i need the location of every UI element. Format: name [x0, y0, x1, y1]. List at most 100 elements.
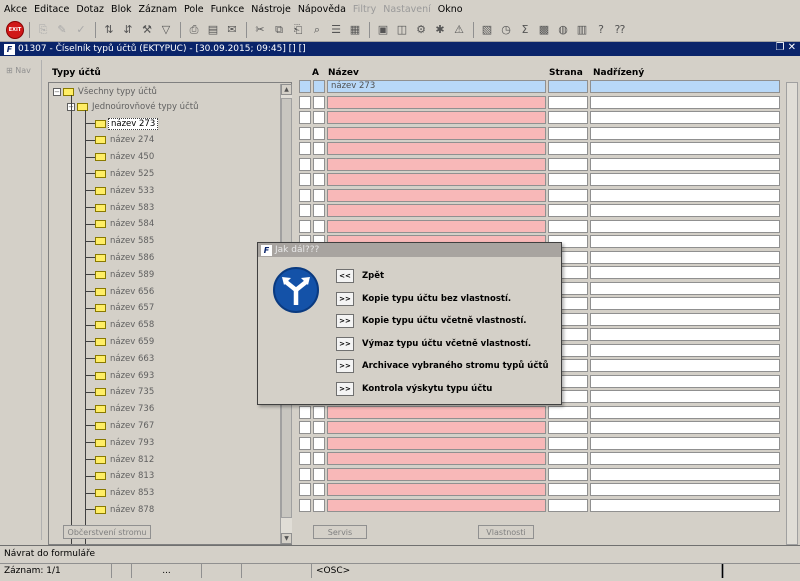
row-selector[interactable] — [299, 452, 311, 465]
nazev-cell[interactable] — [327, 421, 546, 434]
dialog-option-button[interactable]: >> — [336, 359, 354, 373]
vlastnosti-button[interactable]: Vlastnosti — [478, 525, 534, 539]
nazev-cell[interactable] — [327, 219, 546, 233]
menu-item[interactable]: Pole — [184, 4, 204, 15]
nadrizeny-cell[interactable] — [590, 142, 780, 155]
strana-cell[interactable] — [548, 173, 588, 186]
document-icon[interactable]: ▣ — [374, 21, 392, 39]
nadrizeny-cell[interactable] — [590, 188, 780, 202]
row-selector[interactable] — [299, 142, 311, 155]
nazev-cell[interactable] — [327, 157, 546, 171]
strana-cell[interactable] — [548, 142, 588, 155]
nazev-cell[interactable] — [327, 95, 546, 109]
nadrizeny-cell[interactable] — [590, 359, 780, 372]
a-cell[interactable] — [313, 111, 325, 124]
nadrizeny-cell[interactable] — [590, 281, 780, 295]
row-selector[interactable] — [299, 405, 311, 419]
a-cell[interactable] — [313, 173, 325, 186]
table-row[interactable] — [299, 188, 782, 204]
grid-icon[interactable]: ▦ — [346, 21, 364, 39]
nadrizeny-cell[interactable] — [590, 95, 780, 109]
sort-asc-icon[interactable]: ⇅ — [100, 21, 118, 39]
form-icon[interactable]: ⎘ — [34, 21, 52, 39]
nadrizeny-cell[interactable] — [590, 219, 780, 233]
nadrizeny-cell[interactable] — [590, 483, 780, 496]
a-cell[interactable] — [313, 142, 325, 155]
a-cell[interactable] — [313, 157, 325, 171]
table-row[interactable] — [299, 436, 782, 452]
tree-leaf-node[interactable]: název 450 — [95, 151, 156, 164]
a-cell[interactable] — [313, 219, 325, 233]
clock-icon[interactable]: ◷ — [497, 21, 515, 39]
tree-leaf-node[interactable]: název 585 — [95, 235, 156, 248]
strana-cell[interactable] — [548, 126, 588, 140]
nadrizeny-cell[interactable] — [590, 157, 780, 171]
menu-item[interactable]: Dotaz — [76, 4, 104, 15]
dialog-option-button[interactable]: >> — [336, 381, 354, 396]
nazev-cell[interactable] — [327, 483, 546, 496]
sort-desc-icon[interactable]: ⇵ — [119, 21, 137, 39]
tree-leaf-node[interactable]: název 812 — [95, 453, 156, 466]
menu-item[interactable]: Okno — [438, 4, 463, 15]
collapse-icon[interactable]: − — [53, 87, 61, 96]
menu-item[interactable]: Funkce — [211, 4, 245, 15]
strana-cell[interactable] — [548, 498, 588, 512]
nadrizeny-cell[interactable] — [590, 421, 780, 434]
find-icon[interactable]: ⌕ — [308, 21, 326, 39]
dialog-option-button[interactable]: >> — [336, 314, 354, 328]
row-selector[interactable] — [299, 421, 311, 434]
table-row[interactable] — [299, 467, 782, 483]
nadrizeny-cell[interactable] — [590, 467, 780, 481]
nazev-cell[interactable] — [327, 498, 546, 512]
calendar-icon[interactable]: ▥ — [573, 21, 591, 39]
menu-item[interactable]: Blok — [111, 4, 131, 15]
row-selector[interactable] — [299, 204, 311, 217]
menu-item[interactable]: Nástroje — [251, 4, 291, 15]
strana-cell[interactable] — [548, 467, 588, 481]
tree-leaf-node[interactable]: název 735 — [95, 386, 156, 399]
menu-item[interactable]: Editace — [34, 4, 69, 15]
row-selector[interactable] — [299, 498, 311, 512]
edit-icon[interactable]: ✎ — [53, 21, 71, 39]
strana-cell[interactable] — [548, 436, 588, 450]
cut-icon[interactable]: ✂ — [251, 21, 269, 39]
strana-cell[interactable] — [548, 219, 588, 233]
tree-leaf-node[interactable]: název 658 — [95, 319, 156, 332]
nazev-cell[interactable] — [327, 173, 546, 186]
strana-cell[interactable] — [548, 188, 588, 202]
row-selector[interactable] — [299, 173, 311, 186]
excel-icon[interactable]: ▩ — [535, 21, 553, 39]
row-selector[interactable] — [299, 219, 311, 233]
a-cell[interactable] — [313, 405, 325, 419]
strana-cell[interactable] — [548, 452, 588, 465]
nazev-cell[interactable]: název 273 — [327, 80, 546, 93]
table-row[interactable]: název 273 — [299, 80, 782, 95]
tree-leaf-node[interactable]: název 693 — [95, 369, 156, 382]
nadrizeny-cell[interactable] — [590, 452, 780, 465]
tree-leaf-node[interactable]: název 583 — [95, 201, 156, 214]
nadrizeny-cell[interactable] — [590, 235, 780, 248]
row-selector[interactable] — [299, 483, 311, 496]
nadrizeny-cell[interactable] — [590, 126, 780, 140]
sum-icon[interactable]: Σ — [516, 21, 534, 39]
print-icon[interactable]: ⎙ — [185, 21, 203, 39]
row-selector[interactable] — [299, 95, 311, 109]
table-row[interactable] — [299, 483, 782, 498]
tree-leaf-node[interactable]: název 533 — [95, 184, 156, 197]
table-row[interactable] — [299, 204, 782, 219]
tree-leaf-node[interactable]: název 767 — [95, 419, 156, 432]
row-selector[interactable] — [299, 188, 311, 202]
star-icon[interactable]: ✱ — [431, 21, 449, 39]
strana-cell[interactable] — [548, 405, 588, 419]
nazev-cell[interactable] — [327, 142, 546, 155]
dialog-option-button[interactable]: >> — [336, 336, 354, 351]
tree-leaf-node[interactable]: název 273 — [95, 117, 159, 130]
copy-icon[interactable]: ⧉ — [270, 21, 288, 39]
a-cell[interactable] — [313, 452, 325, 465]
a-cell[interactable] — [313, 126, 325, 140]
menu-item[interactable]: Záznam — [139, 4, 177, 15]
menu-item[interactable]: Nastavení — [383, 4, 431, 15]
tree-leaf-node[interactable]: název 878 — [95, 503, 156, 516]
a-cell[interactable] — [313, 421, 325, 434]
scroll-up-icon[interactable]: ▲ — [281, 84, 292, 95]
